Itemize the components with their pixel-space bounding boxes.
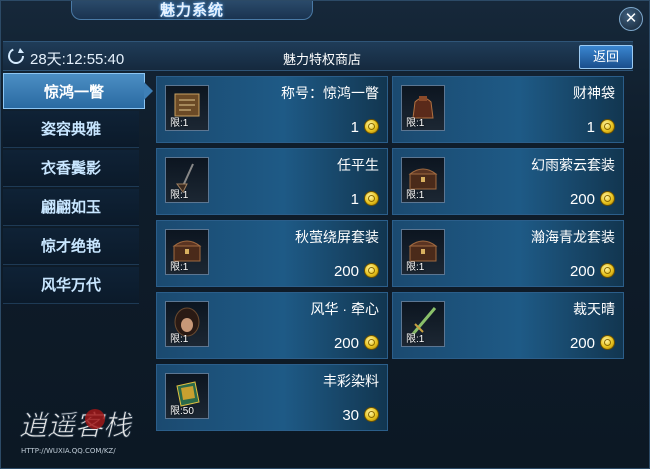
- watermark-logo: 逍遥客栈 HTTP://WUXIA.QQ.COM/KZ/: [15, 397, 165, 459]
- item-icon-box: 限:1: [401, 229, 445, 275]
- title-banner: 魅力系统: [71, 1, 313, 20]
- item-price: 30: [342, 407, 359, 424]
- coin-icon: [364, 407, 379, 422]
- item-name: 瀚海青龙套装: [531, 229, 615, 245]
- back-button[interactable]: 返回: [579, 45, 633, 69]
- window-title: 魅力系统: [159, 1, 224, 19]
- item-grid: 限:1 称号：惊鸿一瞥 1 限:1 财神袋 1 限:1 任平生 1 限:1 幻雨…: [151, 73, 631, 463]
- sidebar-item-4[interactable]: 惊才绝艳: [3, 228, 139, 265]
- shop-item-card[interactable]: 限:1 财神袋 1: [392, 76, 624, 143]
- item-price: 1: [350, 191, 359, 208]
- item-icon-box: 限:1: [165, 157, 209, 203]
- coin-icon: [600, 191, 615, 206]
- item-icon-box: 限:1: [401, 85, 445, 131]
- item-icon-box: 限:1: [165, 301, 209, 347]
- sidebar-item-2[interactable]: 衣香鬓影: [3, 150, 139, 187]
- charm-system-window: 魅力系统 ✕ 28天:12:55:40 魅力特权商店 返回 惊鸿一瞥 姿容典雅 …: [0, 0, 650, 469]
- item-price: 200: [569, 263, 595, 280]
- coin-icon: [364, 191, 379, 206]
- item-name: 称号：惊鸿一瞥: [281, 85, 379, 101]
- shop-item-card[interactable]: 限:1 秋萤绕屏套装 200: [156, 220, 388, 287]
- coin-icon: [600, 263, 615, 278]
- coin-icon: [600, 335, 615, 350]
- item-price: 200: [569, 191, 595, 208]
- item-name: 风华 · 牵心: [310, 301, 379, 317]
- item-price: 200: [333, 263, 359, 280]
- item-price: 1: [586, 119, 595, 136]
- purchase-limit: 限:1: [406, 262, 425, 273]
- item-name: 裁天晴: [573, 301, 615, 317]
- purchase-limit: 限:1: [170, 118, 189, 129]
- sidebar-item-0[interactable]: 惊鸿一瞥: [3, 73, 153, 109]
- category-sidebar: 惊鸿一瞥 姿容典雅 衣香鬓影 翩翩如玉 惊才绝艳 风华万代: [3, 73, 153, 306]
- purchase-limit: 限:1: [170, 190, 189, 201]
- shop-item-card[interactable]: 限:1 风华 · 牵心 200: [156, 292, 388, 359]
- shop-item-card[interactable]: 限:1 任平生 1: [156, 148, 388, 215]
- item-name: 丰彩染料: [323, 373, 379, 389]
- item-name: 幻雨萦云套装: [531, 157, 615, 173]
- coin-icon: [364, 263, 379, 278]
- item-price: 200: [333, 335, 359, 352]
- coin-icon: [364, 119, 379, 134]
- purchase-limit: 限:1: [170, 262, 189, 273]
- shop-item-card[interactable]: 限:50 丰彩染料 30: [156, 364, 388, 431]
- purchase-limit: 限:1: [406, 334, 425, 345]
- shop-item-card[interactable]: 限:1 裁天晴 200: [392, 292, 624, 359]
- item-icon-box: 限:1: [165, 85, 209, 131]
- sidebar-item-5[interactable]: 风华万代: [3, 267, 139, 304]
- item-price: 200: [569, 335, 595, 352]
- shop-item-card[interactable]: 限:1 瀚海青龙套装 200: [392, 220, 624, 287]
- item-price: 1: [350, 119, 359, 136]
- item-icon-box: 限:1: [401, 301, 445, 347]
- close-icon: ✕: [624, 10, 638, 27]
- svg-text:逍遥客栈: 逍遥客栈: [19, 409, 133, 442]
- close-button[interactable]: ✕: [619, 7, 643, 31]
- coin-icon: [600, 119, 615, 134]
- svg-text:HTTP://WUXIA.QQ.COM/KZ/: HTTP://WUXIA.QQ.COM/KZ/: [21, 447, 116, 455]
- purchase-limit: 限:50: [170, 406, 194, 417]
- shop-item-card[interactable]: 限:1 称号：惊鸿一瞥 1: [156, 76, 388, 143]
- shop-header-bar: 28天:12:55:40 魅力特权商店 返回: [3, 41, 633, 71]
- item-icon-box: 限:50: [165, 373, 209, 419]
- item-icon-box: 限:1: [165, 229, 209, 275]
- item-name: 财神袋: [573, 85, 615, 101]
- countdown-timer: 28天:12:55:40: [30, 51, 125, 68]
- purchase-limit: 限:1: [406, 118, 425, 129]
- shop-item-card[interactable]: 限:1 幻雨萦云套装 200: [392, 148, 624, 215]
- sidebar-item-3[interactable]: 翩翩如玉: [3, 189, 139, 226]
- purchase-limit: 限:1: [406, 190, 425, 201]
- shop-title: 魅力特权商店: [283, 52, 362, 67]
- sidebar-item-1[interactable]: 姿容典雅: [3, 111, 139, 148]
- item-icon-box: 限:1: [401, 157, 445, 203]
- purchase-limit: 限:1: [170, 334, 189, 345]
- item-name: 秋萤绕屏套装: [295, 229, 379, 245]
- coin-icon: [364, 335, 379, 350]
- refresh-icon[interactable]: [7, 47, 25, 65]
- item-name: 任平生: [337, 157, 379, 173]
